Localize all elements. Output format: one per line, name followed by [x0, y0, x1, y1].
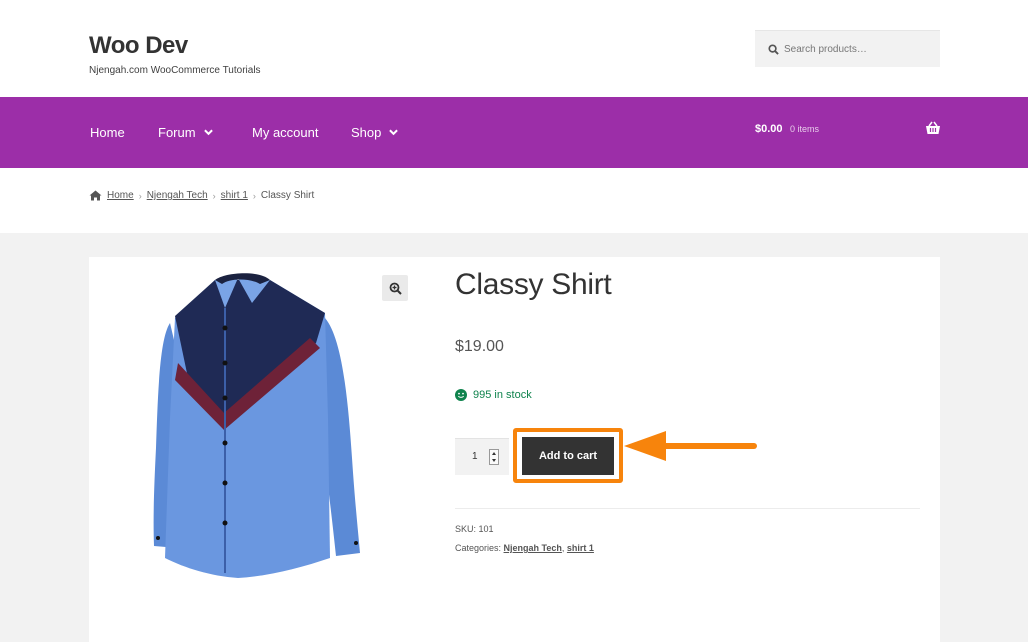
primary-navigation: Home Forum My account Shop $0.00 0 items — [0, 97, 1028, 168]
quantity-stepper[interactable]: 1 — [455, 438, 509, 475]
smile-icon — [455, 389, 467, 401]
cart-count[interactable]: 0 items — [790, 124, 819, 134]
sku-label: SKU: — [455, 524, 477, 534]
breadcrumb-link-home[interactable]: Home — [107, 190, 134, 201]
product-title: Classy Shirt — [455, 268, 612, 301]
quantity-value[interactable]: 1 — [472, 451, 478, 462]
product-price: $19.00 — [455, 338, 504, 355]
zoom-in-icon — [389, 282, 402, 295]
chevron-down-icon[interactable] — [389, 129, 399, 136]
category-separator: , — [561, 543, 565, 553]
nav-item-label: My account — [252, 125, 319, 140]
home-icon — [89, 190, 102, 201]
nav-item-label: Home — [90, 125, 125, 140]
category-link-njengah-tech[interactable]: Njengah Tech — [504, 543, 562, 553]
stock-text: 995 in stock — [473, 389, 532, 401]
cart-total[interactable]: $0.00 — [755, 123, 783, 135]
product-categories: Categories: Njengah Tech, shirt 1 — [455, 543, 594, 553]
product-image[interactable] — [120, 268, 380, 583]
product-sku: SKU: 101 — [455, 524, 494, 534]
nav-item-home[interactable]: Home — [90, 125, 125, 140]
breadcrumb-separator-icon: › — [252, 190, 256, 201]
spinner-arrows-icon[interactable] — [489, 449, 499, 465]
breadcrumb-link-njengah-tech[interactable]: Njengah Tech — [147, 190, 208, 201]
sku-value: 101 — [478, 524, 494, 534]
arrow-annotation-icon — [624, 431, 757, 461]
stock-status: 995 in stock — [455, 389, 532, 401]
site-header: Woo Dev Njengah.com WooCommerce Tutorial… — [0, 0, 1028, 97]
site-description: Njengah.com WooCommerce Tutorials — [89, 65, 261, 76]
breadcrumb-link-shirt-1[interactable]: shirt 1 — [221, 190, 248, 201]
breadcrumb-current: Classy Shirt — [260, 190, 315, 201]
nav-item-my-account[interactable]: My account — [252, 125, 318, 140]
category-link-shirt-1[interactable]: shirt 1 — [567, 543, 594, 553]
divider — [455, 508, 920, 509]
site-title[interactable]: Woo Dev — [89, 32, 188, 60]
categories-label: Categories: — [455, 543, 502, 553]
breadcrumb: Home › Njengah Tech › shirt 1 › Classy S… — [89, 190, 314, 201]
search-box — [755, 30, 940, 67]
search-icon — [768, 44, 779, 55]
breadcrumb-separator-icon: › — [138, 190, 142, 201]
basket-icon[interactable] — [925, 121, 941, 135]
add-to-cart-button[interactable]: Add to cart — [522, 437, 614, 475]
nav-item-label: Shop — [351, 125, 382, 140]
nav-item-forum[interactable]: Forum — [158, 125, 213, 140]
nav-item-label: Forum — [158, 125, 196, 140]
zoom-button[interactable] — [382, 275, 408, 301]
search-input[interactable] — [784, 31, 934, 67]
breadcrumb-separator-icon: › — [212, 190, 216, 201]
nav-item-shop[interactable]: Shop — [351, 125, 399, 140]
chevron-down-icon[interactable] — [203, 129, 213, 136]
